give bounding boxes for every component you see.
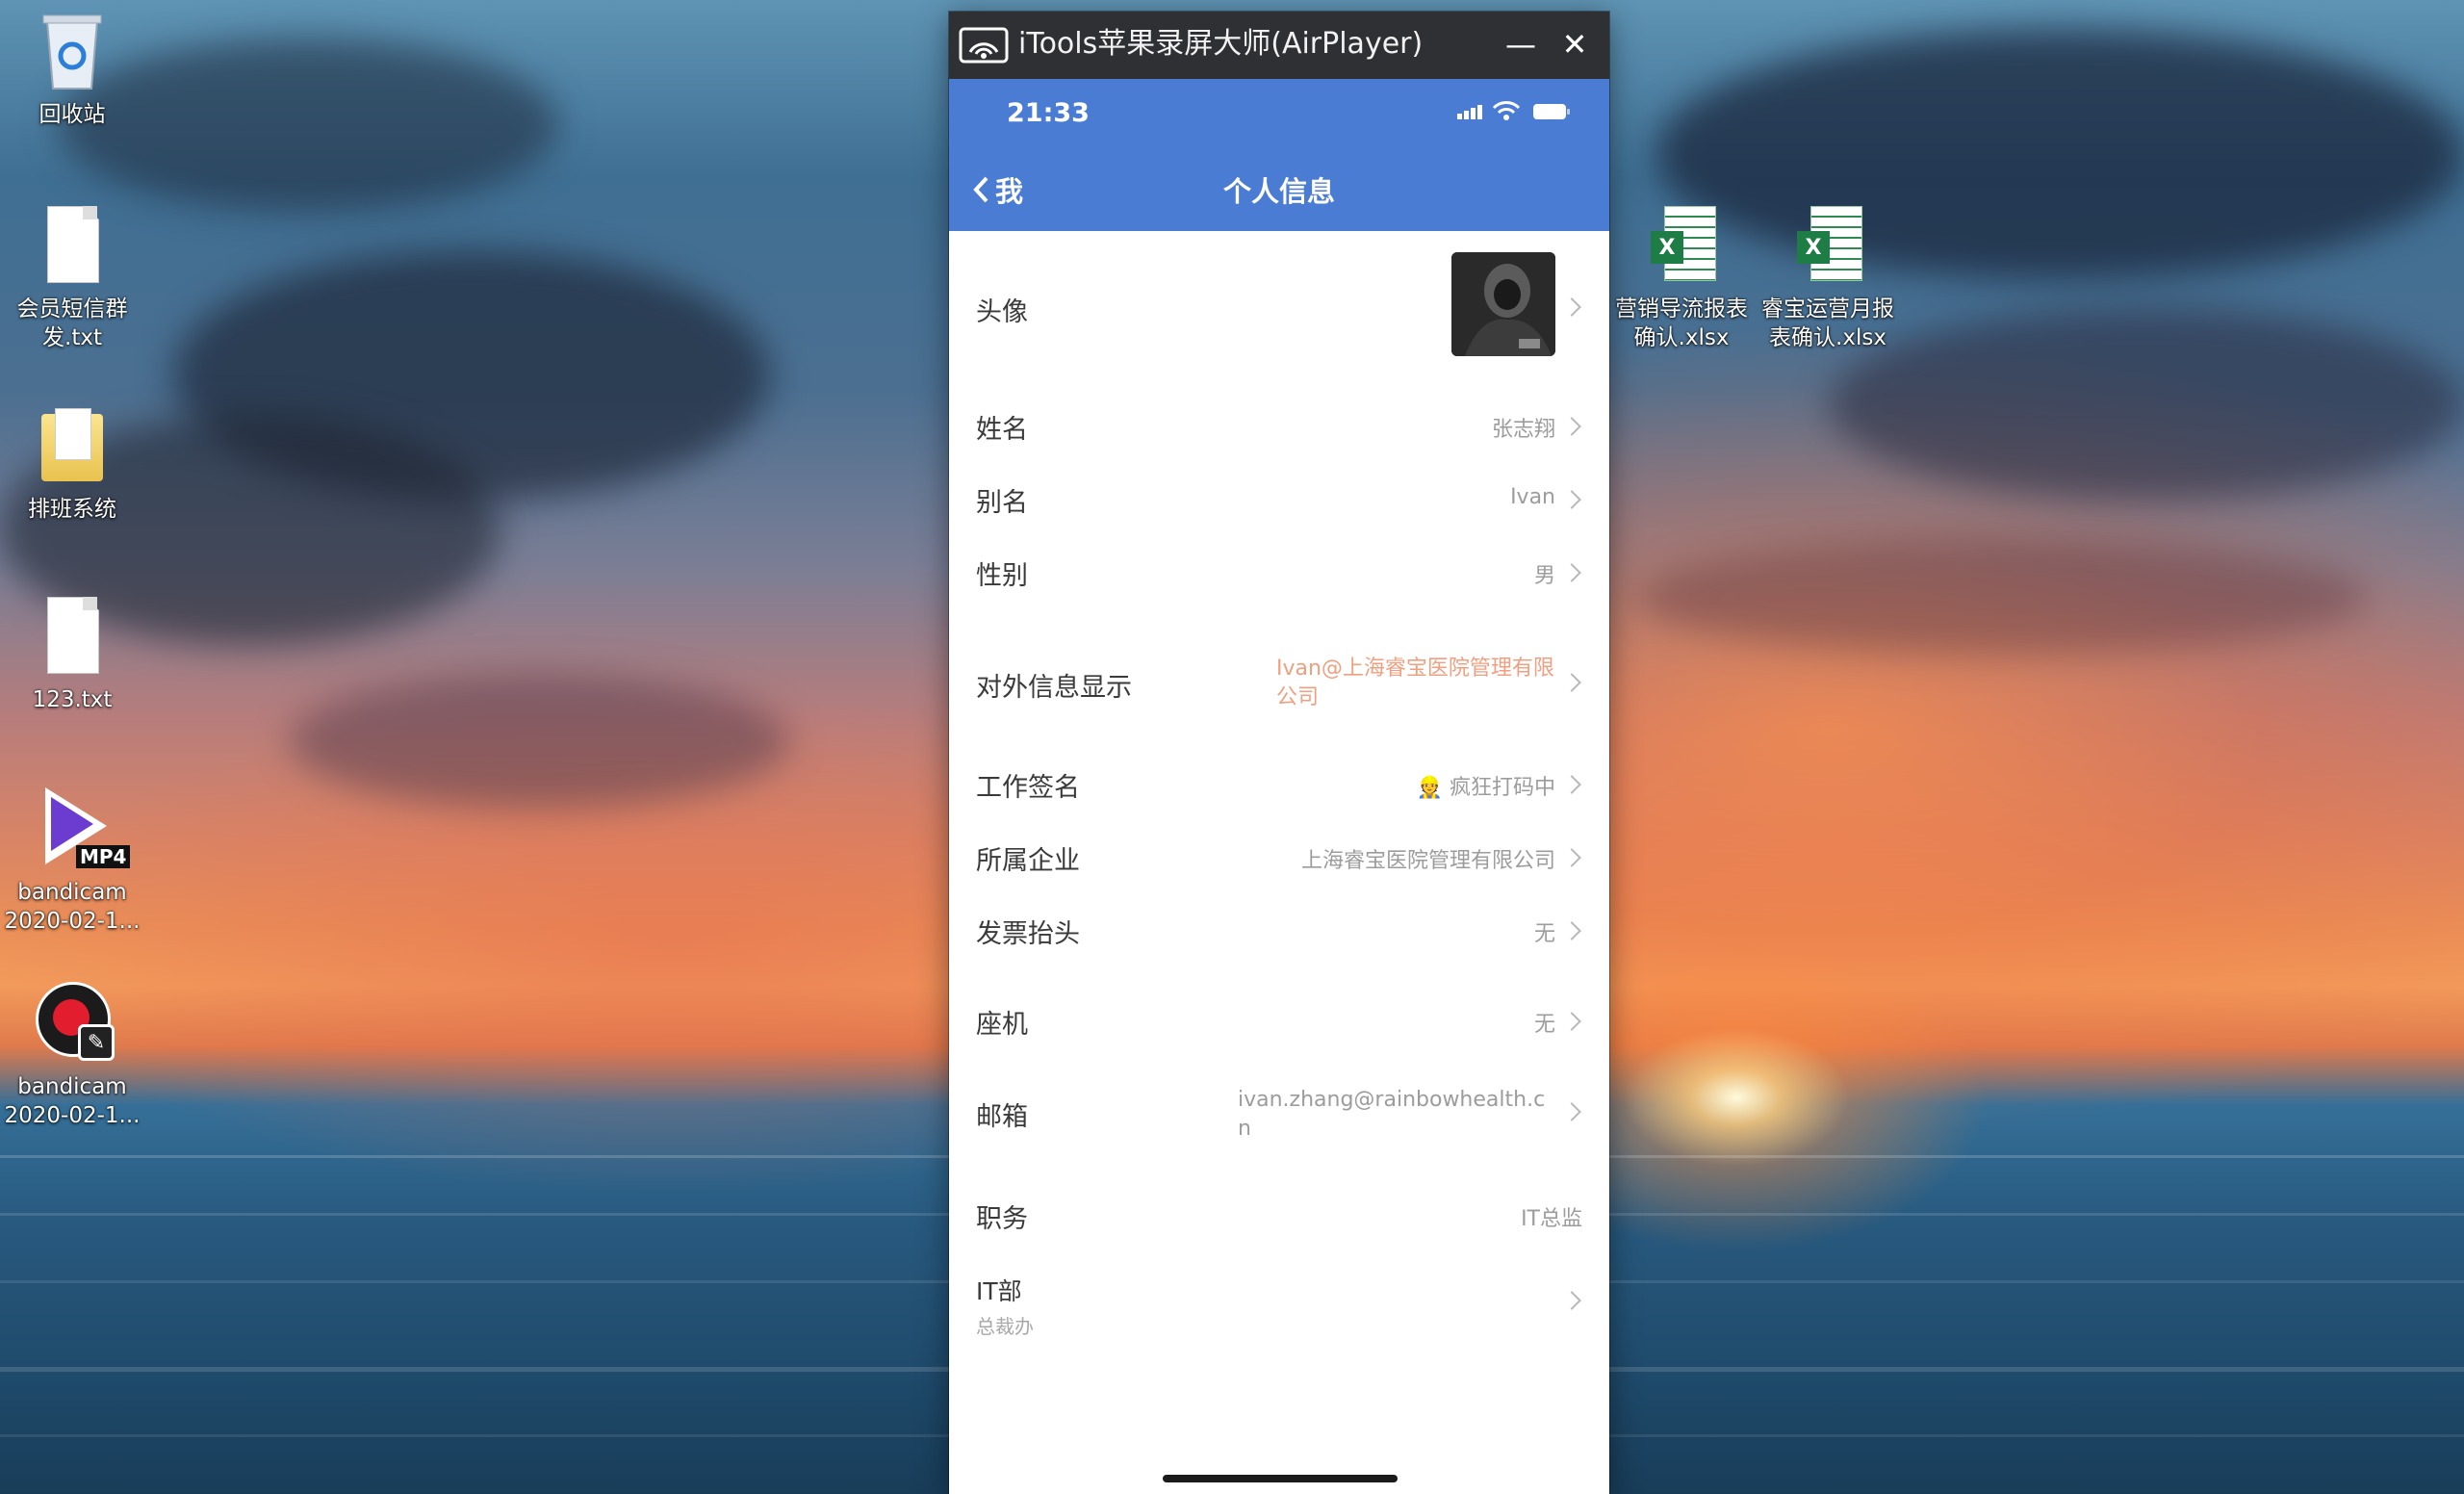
minimize-button[interactable]: —	[1498, 21, 1544, 67]
desktop-icon-label: 123.txt	[32, 687, 113, 712]
text-file-icon	[34, 202, 111, 289]
chevron-right-icon	[1562, 775, 1581, 794]
desktop-icon-123-txt[interactable]: 123.txt	[0, 593, 144, 714]
iphone-mirror-screen: 21:33 我 个人信息 头像 姓名 张志翔 别名 Ivan 性别 男 对外信息…	[949, 79, 1609, 1494]
row-department[interactable]: IT部 总裁办	[949, 1255, 1609, 1348]
desktop-icon-recycle-bin[interactable]: 回收站	[0, 8, 144, 129]
row-external-info[interactable]: 对外信息显示 Ivan@上海睿宝医院管理有限公司	[949, 628, 1609, 734]
ios-nav-bar: 我 个人信息	[949, 148, 1609, 231]
desktop-icon-bandicam-app[interactable]: ✎ bandicam 2020-02-1...	[0, 980, 144, 1130]
desktop-icon-operation-report-xlsx[interactable]: X 睿宝运营月报 表确认.xlsx	[1756, 202, 1900, 352]
excel-file-icon: X	[1789, 202, 1866, 289]
row-label: 发票抬头	[976, 919, 1080, 949]
row-label: 职务	[976, 1204, 1028, 1234]
row-job-title[interactable]: 职务 IT总监	[949, 1178, 1609, 1248]
close-button[interactable]: ✕	[1552, 21, 1598, 67]
row-work-signature[interactable]: 工作签名 👷 疯狂打码中	[949, 747, 1609, 816]
desktop-icon-label: 会员短信群 发.txt	[16, 296, 128, 350]
row-label: 别名	[976, 488, 1028, 518]
status-time: 21:33	[1007, 98, 1090, 128]
chevron-right-icon	[1562, 921, 1581, 940]
row-value: 张志翔	[1491, 418, 1555, 442]
chevron-right-icon	[1562, 848, 1581, 867]
row-landline[interactable]: 座机 无	[949, 984, 1609, 1053]
row-value: 👷 疯狂打码中	[1416, 776, 1555, 800]
wallpaper-cloud	[1636, 539, 2368, 655]
text-file-icon	[34, 593, 111, 680]
chevron-right-icon	[1562, 1012, 1581, 1031]
desktop-icon-marketing-xlsx[interactable]: X 营销导流报表 确认.xlsx	[1609, 202, 1754, 352]
row-label: 姓名	[976, 415, 1028, 445]
row-gender[interactable]: 性别 男	[949, 535, 1609, 605]
row-label: 性别	[976, 561, 1028, 591]
excel-badge: X	[1797, 231, 1830, 264]
desktop-icon-label: bandicam 2020-02-1...	[4, 880, 141, 934]
row-name[interactable]: 姓名 张志翔	[949, 389, 1609, 458]
row-value: 男	[1533, 564, 1555, 588]
mp4-badge: MP4	[76, 845, 131, 868]
chevron-right-icon	[1562, 1291, 1581, 1310]
wallpaper-cloud	[289, 674, 789, 809]
row-alias[interactable]: 别名 Ivan	[949, 462, 1609, 531]
window-titlebar[interactable]: iTools苹果录屏大师(AirPlayer) — ✕	[949, 12, 1609, 79]
chevron-right-icon	[1562, 297, 1581, 317]
row-value: IT总监	[1521, 1207, 1582, 1231]
desktop-icon-label: bandicam 2020-02-1...	[4, 1074, 141, 1128]
row-label: 对外信息显示	[976, 673, 1132, 703]
row-label: 头像	[976, 297, 1028, 327]
row-value: Ivan	[1510, 485, 1555, 509]
chevron-right-icon	[1562, 1102, 1581, 1121]
desktop-icon-label: 排班系统	[28, 497, 116, 522]
chevron-right-icon	[1562, 417, 1581, 436]
row-sublabel: 总裁办	[976, 1315, 1034, 1338]
cellular-signal-icon	[1457, 105, 1482, 119]
row-company[interactable]: 所属企业 上海睿宝医院管理有限公司	[949, 820, 1609, 889]
row-value: 无	[1533, 1013, 1555, 1037]
page-title: 个人信息	[1222, 175, 1335, 208]
wifi-icon	[1492, 101, 1521, 120]
excel-file-icon: X	[1643, 202, 1720, 289]
desktop-icon-member-sms-txt[interactable]: 会员短信群 发.txt	[0, 202, 144, 352]
recycle-bin-icon	[34, 8, 111, 94]
row-label: IT部	[976, 1277, 1022, 1305]
home-indicator[interactable]	[1163, 1475, 1398, 1482]
desktop-icon-schedule-folder[interactable]: 排班系统	[0, 402, 144, 524]
desktop-icon-label: 营销导流报表 确认.xlsx	[1615, 296, 1748, 350]
row-label: 邮箱	[976, 1102, 1028, 1132]
chevron-right-icon	[1562, 490, 1581, 509]
desktop-icon-bandicam-mp4[interactable]: MP4 bandicam 2020-02-1...	[0, 786, 144, 936]
avatar[interactable]	[1451, 252, 1555, 356]
battery-icon	[1533, 104, 1570, 119]
row-email[interactable]: 邮箱 ivan.zhang@rainbowhealth.cn	[949, 1061, 1609, 1157]
airplay-logo-icon	[959, 27, 1009, 64]
itools-airplayer-window[interactable]: iTools苹果录屏大师(AirPlayer) — ✕ 21:33 我 个人信息…	[949, 12, 1609, 1494]
chevron-right-icon	[1562, 673, 1581, 692]
row-label: 工作签名	[976, 773, 1080, 803]
row-value: 无	[1533, 922, 1555, 946]
row-value: 上海睿宝医院管理有限公司	[1300, 849, 1555, 873]
desktop-icon-label: 睿宝运营月报 表确认.xlsx	[1761, 296, 1894, 350]
row-value: Ivan@上海睿宝医院管理有限公司	[1276, 657, 1554, 709]
mp4-video-icon: MP4	[34, 786, 131, 872]
row-invoice-title[interactable]: 发票抬头 无	[949, 893, 1609, 963]
excel-badge: X	[1651, 231, 1683, 264]
folder-icon	[34, 402, 111, 489]
chevron-right-icon	[1562, 563, 1581, 582]
row-label: 座机	[976, 1010, 1028, 1040]
wallpaper-cloud	[1829, 308, 2464, 501]
row-label: 所属企业	[976, 846, 1080, 876]
bandicam-icon: ✎	[34, 980, 115, 1067]
row-value: ivan.zhang@rainbowhealth.cn	[1238, 1088, 1546, 1141]
ios-status-bar: 21:33	[949, 79, 1609, 148]
desktop-icon-label: 回收站	[38, 102, 106, 127]
window-title: iTools苹果录屏大师(AirPlayer)	[1018, 27, 1424, 61]
